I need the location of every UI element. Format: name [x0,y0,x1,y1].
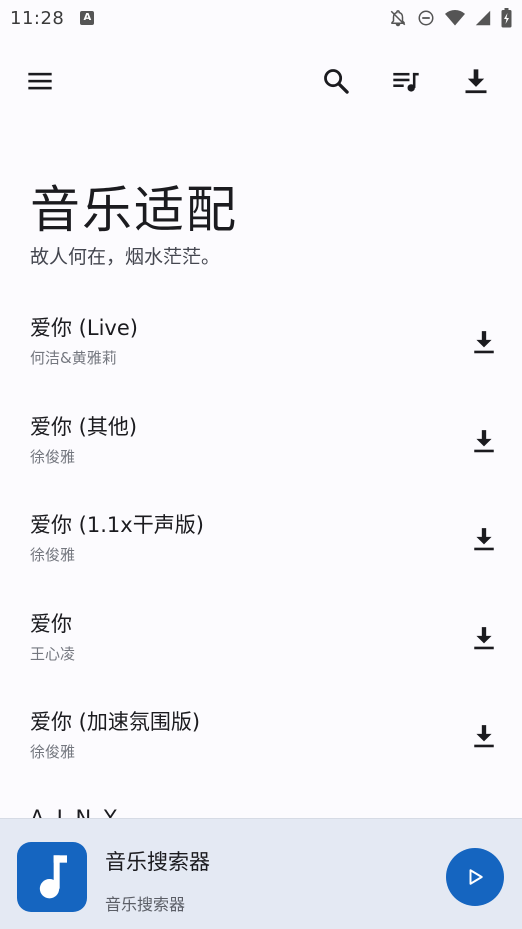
mini-player[interactable]: 音乐搜索器 音乐搜索器 [0,818,522,929]
download-icon [474,429,494,452]
download-icon [465,69,487,94]
song-list: 爱你 (Live) 何洁&黄雅莉 爱你 (其他) 徐俊雅 爱你 (1.1x干声版… [0,292,522,785]
wifi-icon [445,10,465,26]
download-all-button[interactable] [452,57,500,105]
song-title: 爱你 (Live) [30,316,138,340]
song-title: 爱你 (加速氛围版) [30,710,201,734]
song-artist: 徐俊雅 [30,447,76,466]
search-button[interactable] [312,57,360,105]
notification-icon: A [80,11,95,25]
song-item[interactable]: 爱你 (Live) 何洁&黄雅莉 [0,292,522,391]
download-icon [474,626,494,649]
song-artist: 徐俊雅 [30,743,76,761]
play-button[interactable] [446,848,504,906]
play-icon [469,869,483,885]
song-title: 爱你 (1.1x干声版) [30,513,204,537]
status-bar: 11:28 A [0,0,522,36]
status-icons [389,8,512,28]
search-icon [324,69,349,94]
song-item[interactable]: 爱你 (加速氛围版) 徐俊雅 [0,686,522,785]
song-artist: 王心凌 [30,644,76,663]
menu-button[interactable] [16,57,64,105]
player-title: 音乐搜索器 [105,850,210,874]
album-art [17,842,87,912]
song-download-button[interactable] [460,417,508,465]
battery-icon [501,8,512,28]
song-artist: 徐俊雅 [30,546,76,564]
song-item[interactable]: 爱你 (其他) 徐俊雅 [0,391,522,490]
playlist-button[interactable] [382,57,430,105]
menu-icon [28,72,52,90]
song-download-button[interactable] [460,712,508,760]
download-icon [474,725,494,748]
song-title: 爱你 (其他) [30,414,138,439]
song-item[interactable]: 爱你 (1.1x干声版) 徐俊雅 [0,489,522,588]
song-item[interactable]: 爱你 王心凌 [0,588,522,687]
download-icon [474,528,494,551]
song-download-button[interactable] [460,614,508,662]
song-artist: 何洁&黄雅莉 [30,349,117,367]
do-not-disturb-icon [418,10,434,26]
top-app-bar [0,56,522,106]
song-download-button[interactable] [460,515,508,563]
player-subtitle: 音乐搜索器 [105,895,186,914]
queue-music-icon [393,72,419,92]
music-note-icon [39,855,67,899]
signal-icon [475,10,491,26]
status-time: 11:28 [10,7,65,29]
notifications-off-icon [390,10,406,27]
song-download-button[interactable] [460,318,508,366]
download-icon [474,331,494,354]
song-title: 爱你 [30,611,72,636]
page-subtitle: 故人何在，烟水茫茫。 [30,246,221,268]
page-title: 音乐适配 [30,181,238,239]
